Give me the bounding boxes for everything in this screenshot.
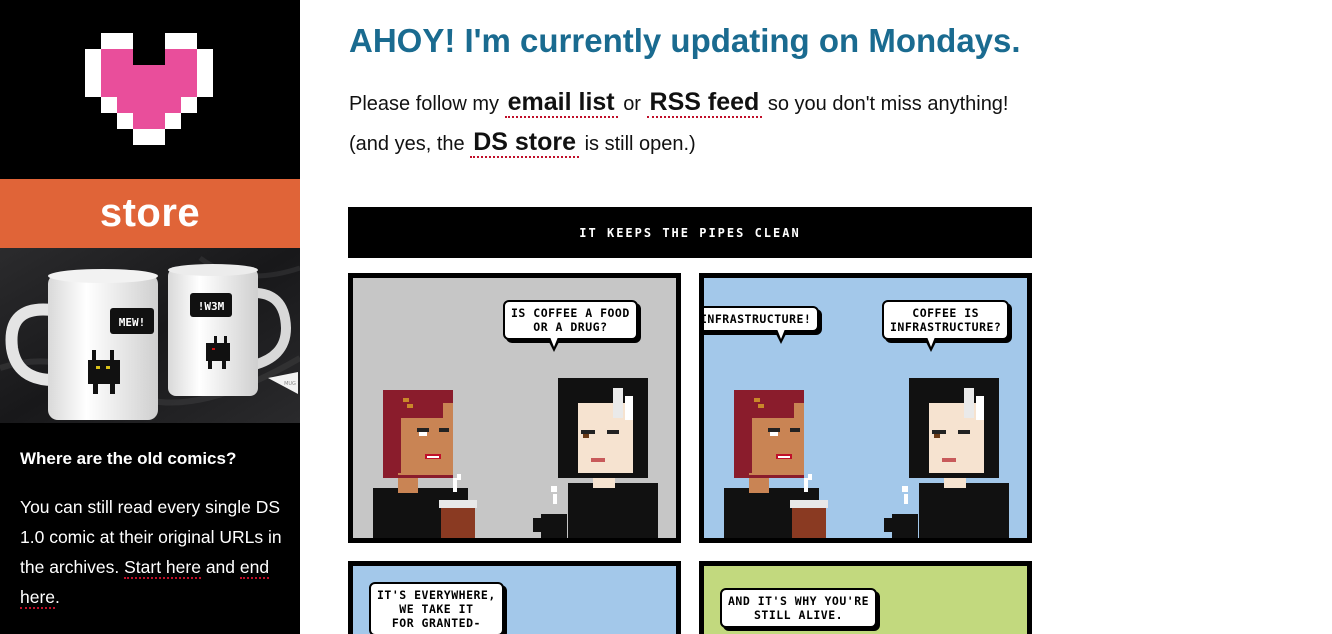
store-banner-link[interactable]: store bbox=[0, 179, 300, 248]
comic-panel-3: IT'S EVERYWHERE, WE TAKE IT FOR GRANTED- bbox=[348, 561, 681, 634]
comic-title: IT KEEPS THE PIPES CLEAN bbox=[348, 207, 1032, 258]
old-comics-heading: Where are the old comics? bbox=[20, 449, 237, 468]
speech-bubble: IS COFFEE A FOOD OR A DRUG? bbox=[503, 300, 638, 352]
comic-panel-4: AND IT'S WHY YOU'RE STILL ALIVE. bbox=[699, 561, 1032, 634]
store-banner-label: store bbox=[99, 191, 201, 235]
comic-panel-1: IS COFFEE A FOOD OR A DRUG? bbox=[348, 273, 681, 543]
mug-front-text: MEW! bbox=[119, 316, 146, 329]
old-comics-text: You can still read every single DS 1.0 c… bbox=[20, 492, 290, 612]
pixel-heart-icon bbox=[85, 33, 213, 145]
ds-store-link[interactable]: DS store bbox=[470, 128, 579, 158]
mug-product-photo: !W3M MEW! MUG bbox=[0, 248, 300, 423]
page-headline: AHOY! I'm currently updating on Mondays. bbox=[349, 22, 1021, 59]
period-text: . bbox=[55, 587, 60, 607]
speech-bubble: AND IT'S WHY YOU'RE STILL ALIVE. bbox=[720, 588, 878, 628]
or-text: or bbox=[623, 93, 641, 115]
mug-tag-text: MUG bbox=[284, 381, 296, 387]
speech-bubble: COFFEE IS INFRASTRUCTURE? bbox=[882, 300, 1010, 352]
rss-feed-link[interactable]: RSS feed bbox=[646, 88, 763, 118]
intro-text-1: Please follow my bbox=[349, 93, 500, 115]
comic-panel-2: INFRASTRUCTURE! COFFEE IS INFRASTRUCTURE… bbox=[699, 273, 1032, 543]
speech-bubble: IT'S EVERYWHERE, WE TAKE IT FOR GRANTED- bbox=[369, 582, 504, 634]
intro-paragraph: Please follow my email list or RSS feed … bbox=[349, 83, 1039, 163]
mug-back-text: !W3M bbox=[198, 300, 225, 313]
speech-bubble: INFRASTRUCTURE! bbox=[704, 306, 820, 344]
start-here-link[interactable]: Start here bbox=[124, 557, 201, 579]
and-text: and bbox=[205, 557, 236, 577]
intro-text-3: is still open.) bbox=[584, 133, 696, 155]
sidebar: store !W3M MEW! MUG Where are the old co… bbox=[0, 0, 300, 634]
email-list-link[interactable]: email list bbox=[504, 88, 618, 118]
